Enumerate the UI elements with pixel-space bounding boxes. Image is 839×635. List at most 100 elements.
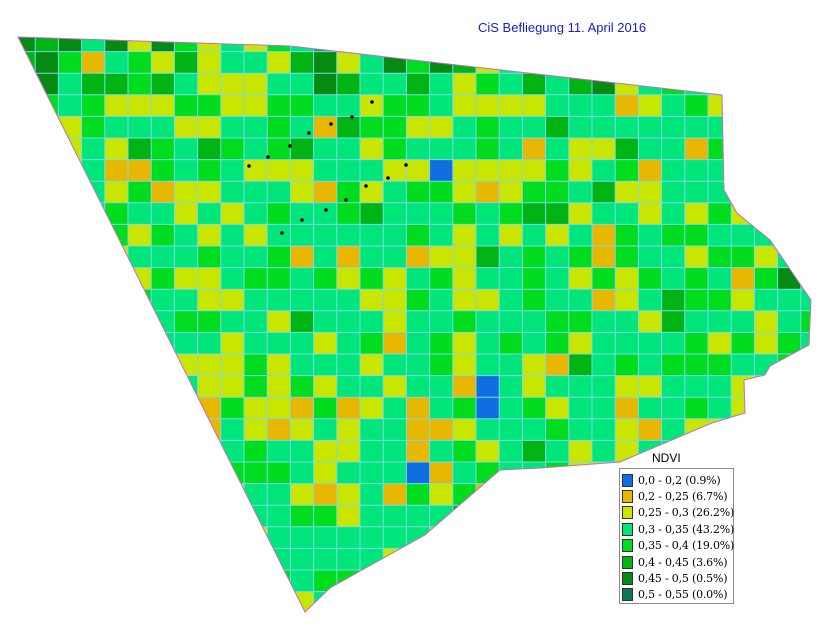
ndvi-cell: [35, 310, 59, 333]
ndvi-cell: [452, 224, 477, 247]
ndvi-cell: [406, 37, 431, 53]
ndvi-cell: [174, 181, 199, 204]
ndvi-cell: [429, 94, 454, 117]
ndvi-cell: [777, 159, 802, 182]
ndvi-cell: [800, 397, 811, 420]
ndvi-cell: [592, 202, 616, 225]
ndvi-cell: [406, 548, 431, 571]
ndvi-cell: [336, 289, 361, 312]
track-point: [307, 131, 311, 135]
ndvi-cell: [545, 332, 570, 355]
ndvi-cell: [592, 570, 616, 593]
ndvi-cell: [615, 94, 639, 117]
legend-item: 0,0 - 0,2 (0.9%): [622, 472, 733, 488]
ndvi-cell: [638, 613, 662, 635]
ndvi-cell: [244, 116, 268, 139]
ndvi-cell: [476, 116, 500, 139]
ndvi-cell: [244, 224, 268, 247]
ndvi-cell: [290, 548, 315, 571]
ndvi-cell: [18, 289, 36, 312]
ndvi-cell: [545, 94, 570, 117]
ndvi-cell: [708, 73, 732, 96]
ndvi-cell: [81, 94, 106, 117]
ndvi-cell: [661, 202, 686, 225]
legend-label: 0,3 - 0,35 (43.2%): [638, 522, 735, 536]
ndvi-cell: [476, 94, 500, 117]
ndvi-cell: [267, 462, 291, 485]
ndvi-cell: [336, 505, 361, 528]
ndvi-cell: [522, 462, 547, 485]
ndvi-cell: [754, 181, 779, 204]
ndvi-cell: [754, 159, 779, 182]
ndvi-cell: [174, 51, 199, 74]
ndvi-cell: [244, 332, 268, 355]
ndvi-cell: [174, 570, 199, 593]
ndvi-cell: [708, 613, 732, 635]
ndvi-cell: [754, 548, 779, 571]
ndvi-cell: [568, 526, 593, 549]
ndvi-cell: [777, 51, 802, 74]
ndvi-cell: [777, 375, 802, 398]
ndvi-cell: [35, 202, 59, 225]
ndvi-cell: [128, 613, 152, 635]
ndvi-cell: [290, 505, 315, 528]
ndvi-cell: [684, 159, 709, 182]
ndvi-cell: [429, 37, 454, 53]
ndvi-cell: [499, 202, 523, 225]
ndvi-cell: [499, 462, 523, 485]
ndvi-cell: [661, 73, 686, 96]
ndvi-cell: [383, 613, 407, 635]
ndvi-cell: [545, 289, 570, 312]
ndvi-cell: [360, 526, 384, 549]
ndvi-cell: [35, 397, 59, 420]
ndvi-cell: [174, 548, 199, 571]
ndvi-cell: [429, 246, 454, 269]
ndvi-cell: [684, 310, 709, 333]
ndvi-cell: [429, 159, 454, 182]
ndvi-cell: [638, 116, 663, 139]
legend-label: 0,4 - 0,45 (3.6%): [638, 555, 728, 569]
ndvi-cell: [429, 483, 454, 506]
ndvi-cell: [800, 51, 811, 74]
ndvi-cell: [104, 202, 129, 225]
ndvi-cell: [777, 570, 802, 593]
ndvi-cell: [499, 526, 523, 549]
ndvi-cell: [336, 94, 361, 117]
ndvi-cell: [220, 483, 245, 506]
ndvi-cell: [406, 418, 431, 441]
ndvi-cell: [244, 375, 268, 398]
ndvi-cell: [197, 505, 222, 528]
ndvi-cell: [801, 613, 825, 635]
ndvi-cell: [58, 73, 83, 96]
ndvi-cell: [592, 159, 616, 182]
ndvi-cell: [197, 310, 222, 333]
ndvi-cell: [452, 181, 477, 204]
ndvi-cell: [545, 483, 570, 506]
ndvi-cell: [429, 202, 454, 225]
ndvi-cell: [684, 440, 709, 463]
ndvi-cell: [638, 289, 663, 312]
ndvi-cell: [267, 526, 291, 549]
ndvi-cell: [360, 94, 384, 117]
ndvi-cell: [151, 375, 175, 398]
ndvi-cell: [592, 418, 616, 441]
ndvi-cell: [522, 354, 547, 377]
ndvi-cell: [777, 202, 802, 225]
ndvi-cell: [499, 159, 523, 182]
ndvi-cell: [360, 289, 384, 312]
ndvi-cell: [81, 418, 106, 441]
ndvi-cell: [104, 591, 129, 612]
ndvi-cell: [151, 138, 175, 161]
ndvi-cell: [684, 51, 709, 74]
ndvi-cell: [35, 289, 59, 312]
ndvi-cell: [754, 202, 779, 225]
ndvi-cell: [244, 51, 268, 74]
ndvi-cell: [151, 483, 175, 506]
ndvi-cell: [128, 289, 152, 312]
ndvi-cell: [244, 505, 268, 528]
ndvi-cell: [661, 289, 686, 312]
ndvi-cell: [267, 310, 291, 333]
ndvi-cell: [151, 397, 175, 420]
ndvi-cell: [638, 181, 663, 204]
ndvi-cell: [18, 267, 36, 290]
